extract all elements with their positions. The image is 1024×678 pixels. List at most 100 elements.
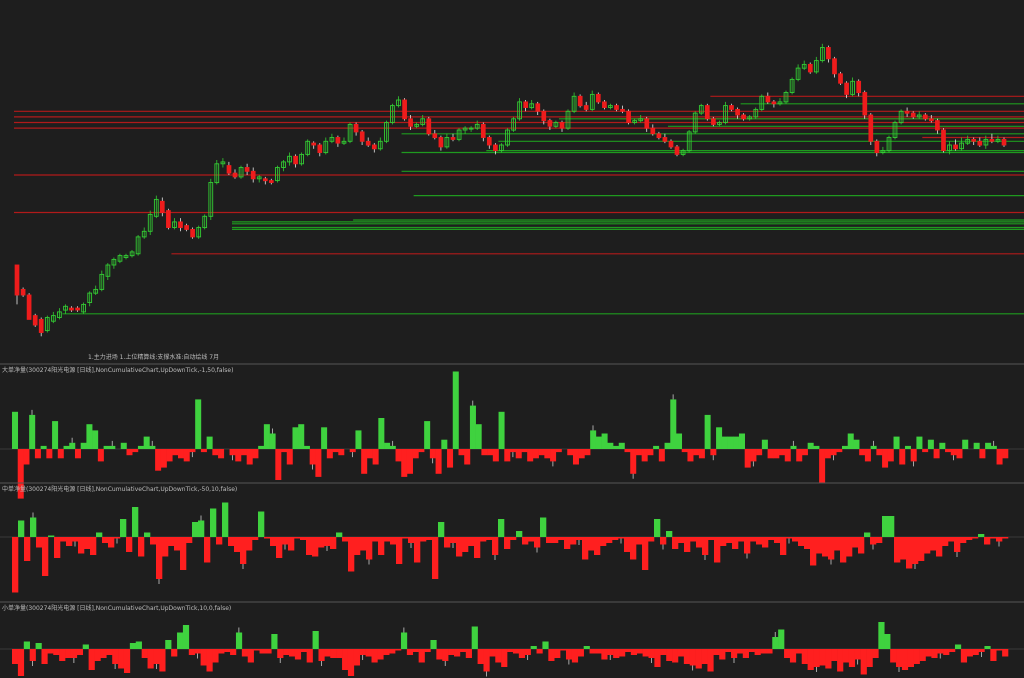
hist-bar <box>792 537 799 542</box>
hist-bar <box>601 433 608 449</box>
hist-bar <box>762 537 769 548</box>
hist-bar <box>840 537 847 563</box>
hist-bar <box>469 405 476 449</box>
hist-bar <box>912 537 919 564</box>
hist-bar <box>884 634 891 649</box>
hist-bar <box>372 449 379 465</box>
hist-bar <box>695 649 702 669</box>
hist-bar <box>438 522 445 537</box>
hist-bar <box>887 449 894 462</box>
hist-bar <box>954 644 962 649</box>
hist-bar <box>847 433 854 449</box>
hist-bar <box>182 625 190 649</box>
hist-bar <box>984 646 991 649</box>
hist-bar <box>186 537 193 543</box>
hist-bar <box>477 649 484 664</box>
candle-body <box>644 118 650 129</box>
hist-bar <box>727 436 734 449</box>
hist-bar <box>564 537 571 549</box>
hist-bar <box>42 537 49 576</box>
hist-bar <box>577 649 584 657</box>
hist-bar <box>269 433 276 449</box>
hist-bar <box>82 644 89 649</box>
hist-bar <box>501 649 508 667</box>
hist-bar <box>360 537 367 551</box>
hist-bar <box>396 537 403 564</box>
hist-bar <box>172 449 179 456</box>
hist-bar <box>613 649 620 658</box>
hist-bar <box>567 449 574 456</box>
candle-body <box>359 131 365 142</box>
hist-bar <box>801 449 808 456</box>
hist-bar <box>636 537 643 545</box>
hist-bar <box>512 649 520 654</box>
hist-bar <box>550 449 557 462</box>
hist3-title: 小单净量(300274阳光电源 [日线],NonCumulativeChart,… <box>2 604 231 612</box>
hist-bar <box>731 649 738 658</box>
hist-bar <box>990 537 997 539</box>
hist-bar <box>454 649 461 657</box>
hist-bar <box>406 449 413 474</box>
hist-bar <box>858 537 865 554</box>
hist-bar <box>192 522 199 537</box>
hist-bar <box>412 649 419 652</box>
candle-body <box>868 114 874 142</box>
hist-bar <box>714 537 721 563</box>
hist-bar <box>282 537 289 545</box>
hist-bar <box>46 449 53 459</box>
hist-bar <box>306 537 313 555</box>
hist-bar <box>756 537 763 545</box>
hist-bar <box>822 537 829 557</box>
hist-bar <box>660 649 667 655</box>
hist-bar <box>84 537 91 549</box>
hist-bar <box>155 449 162 471</box>
hist-bar <box>962 439 969 449</box>
hist-bar <box>12 411 19 449</box>
candle-body <box>953 144 958 150</box>
hist-bar <box>430 640 437 649</box>
hist-bar <box>660 537 667 545</box>
hist-bar <box>813 445 820 449</box>
hist-bar <box>120 519 127 537</box>
hist-bar <box>200 449 207 453</box>
hist-bar <box>720 537 727 546</box>
hist-bar <box>904 445 911 449</box>
hist-bar <box>389 649 396 654</box>
hist-bar <box>54 537 61 558</box>
hist-bar <box>48 535 55 537</box>
hist-bar <box>198 520 205 537</box>
hist-bar <box>177 632 184 649</box>
hist-bar <box>900 537 907 560</box>
candle-body <box>159 200 165 214</box>
hist-bar <box>263 424 270 449</box>
hist-bar <box>324 537 331 546</box>
hist-bar <box>750 537 757 542</box>
candle-body <box>190 228 195 238</box>
hist-bar <box>600 537 607 546</box>
hist-bar <box>377 649 384 660</box>
hist-bar <box>258 445 265 449</box>
hist-bar <box>12 649 19 664</box>
hist-bar <box>702 537 709 555</box>
hist-bar <box>265 649 272 654</box>
hist-bar <box>925 649 932 657</box>
candle-body <box>650 127 656 135</box>
hist-bar <box>859 449 866 456</box>
hist-bar <box>141 649 148 658</box>
hist-bar <box>504 449 511 462</box>
hist-bar <box>276 537 283 558</box>
candle-body <box>583 105 589 110</box>
hist-bar <box>595 436 602 449</box>
hist-bar <box>789 649 797 663</box>
hist-bar <box>471 626 478 649</box>
hist-bar <box>74 449 81 459</box>
hist-bar <box>866 649 873 667</box>
hist-bar <box>35 643 42 649</box>
hist-bar <box>653 445 660 449</box>
candle-body <box>317 144 323 153</box>
hist-bar <box>108 537 115 548</box>
hist-bar <box>521 449 528 453</box>
candle-body <box>935 120 940 131</box>
hist-bar <box>349 449 356 453</box>
hist-bar <box>294 537 301 539</box>
